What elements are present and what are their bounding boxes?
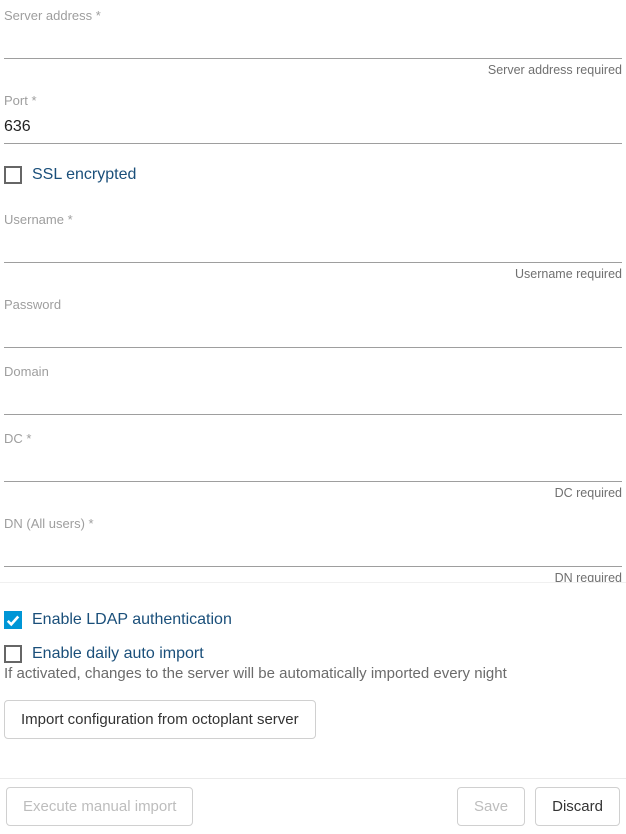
ssl-checkbox-label[interactable]: SSL encrypted (32, 166, 136, 184)
server-address-error: Server address required (4, 59, 622, 77)
dn-all-field: DN (All users) * DN required (4, 510, 622, 583)
discard-button[interactable]: Discard (535, 787, 620, 826)
dn-all-label: DN (All users) * (4, 510, 622, 531)
server-address-field: Server address * Server address required (4, 2, 622, 77)
dc-error: DC required (4, 482, 622, 500)
footer-right: Save Discard (457, 787, 620, 826)
username-field: Username * Username required (4, 206, 622, 281)
port-field: Port * (4, 87, 622, 144)
check-icon (6, 613, 20, 627)
execute-manual-import-button[interactable]: Execute manual import (6, 787, 193, 826)
import-config-button[interactable]: Import configuration from octoplant serv… (4, 700, 316, 739)
password-input[interactable] (4, 314, 622, 348)
username-input[interactable] (4, 229, 622, 263)
server-address-label: Server address * (4, 2, 622, 23)
auto-import-help: If activated, changes to the server will… (4, 665, 622, 682)
username-error: Username required (4, 263, 622, 281)
options-area: Enable LDAP authentication Enable daily … (0, 583, 626, 739)
domain-field: Domain (4, 358, 622, 415)
port-input[interactable] (4, 110, 622, 144)
ssl-checkbox[interactable] (4, 166, 22, 184)
enable-ldap-label[interactable]: Enable LDAP authentication (32, 611, 232, 629)
dc-field: DC * DC required (4, 425, 622, 500)
port-label: Port * (4, 87, 622, 108)
dn-all-error: DN required (4, 567, 622, 583)
server-address-input[interactable] (4, 25, 622, 59)
auto-import-label[interactable]: Enable daily auto import (32, 645, 204, 663)
username-label: Username * (4, 206, 622, 227)
dn-all-input[interactable] (4, 533, 622, 567)
footer-bar: Execute manual import Save Discard (0, 778, 626, 834)
password-field: Password (4, 291, 622, 348)
dc-label: DC * (4, 425, 622, 446)
dc-input[interactable] (4, 448, 622, 482)
domain-label: Domain (4, 358, 622, 379)
save-button[interactable]: Save (457, 787, 525, 826)
auto-import-row: Enable daily auto import (4, 645, 622, 663)
enable-ldap-row: Enable LDAP authentication (4, 611, 622, 629)
auto-import-checkbox[interactable] (4, 645, 22, 663)
enable-ldap-checkbox[interactable] (4, 611, 22, 629)
password-label: Password (4, 291, 622, 312)
domain-input[interactable] (4, 381, 622, 415)
form-scroll-area[interactable]: Server address * Server address required… (0, 0, 626, 583)
ssl-checkbox-row: SSL encrypted (4, 166, 622, 184)
